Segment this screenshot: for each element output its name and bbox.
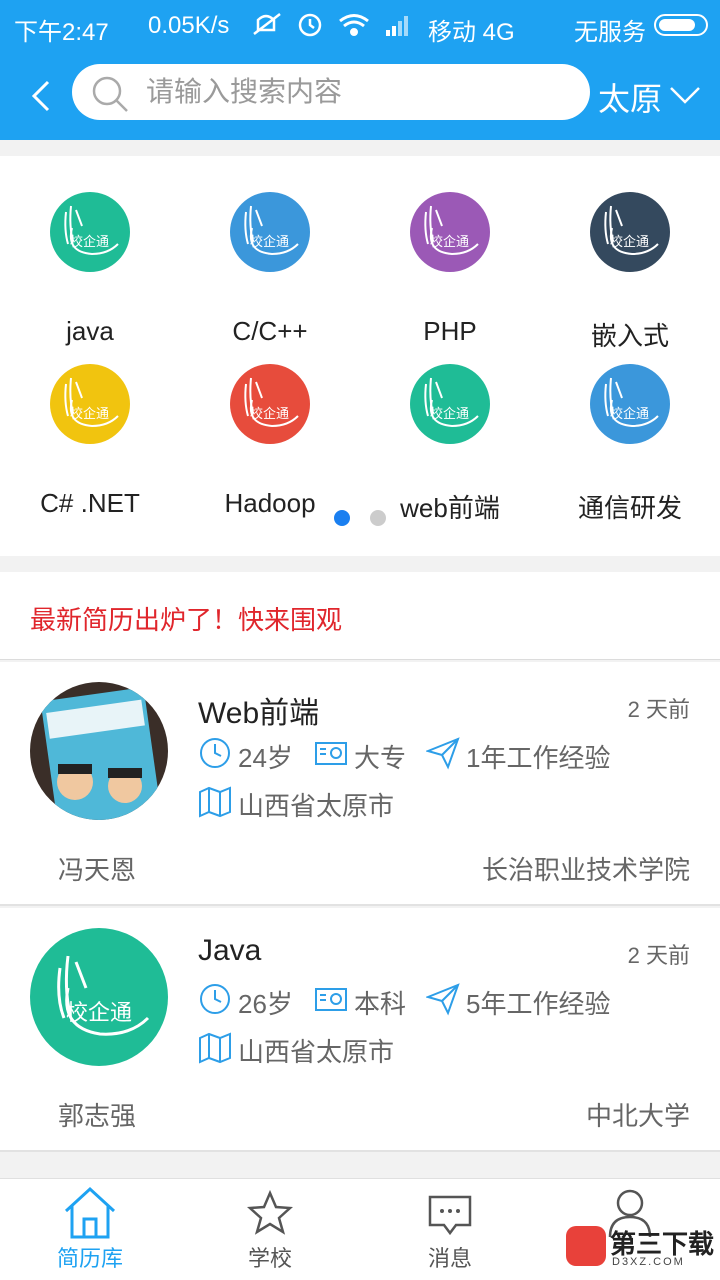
category-item[interactable]: 校企通 Hadoop [180,364,360,518]
svg-text:校企通: 校企通 [250,406,289,422]
signal-icon [386,16,408,36]
posted-time: 2 天前 [627,943,690,968]
tab-resume-library[interactable]: 简历库 [0,1179,180,1280]
category-item[interactable]: 校企通 嵌入式 [540,192,720,351]
svg-text:校企通: 校企通 [610,406,649,422]
category-item[interactable]: 校企通 C/C++ [180,192,360,346]
category-logo-icon: 校企通 [230,364,310,444]
watermark-logo-icon [566,1226,606,1266]
education-text: 本科 [354,989,407,1019]
location-text: 山西省太原市 [238,791,395,821]
tab-label: 简历库 [56,1246,123,1271]
age-text: 26岁 [238,989,293,1019]
tab-label: 学校 [247,1246,292,1271]
location-text: 山西省太原市 [238,1037,395,1067]
category-item[interactable]: 校企通 java [0,192,180,346]
resume-card[interactable]: Web前端 2 天前 24岁 大专 1年工作经验 山西省太原市 冯天恩 长治职业… [0,662,720,906]
posted-time: 2 天前 [627,697,690,722]
svg-text:校企通: 校企通 [610,234,649,250]
clock-icon [200,738,230,768]
xiaoqitong-logo-icon: 校企通 [57,955,150,1036]
category-logo-icon: 校企通 [590,192,670,272]
category-label: Hadoop [224,488,316,518]
experience-text: 1年工作经验 [466,743,611,773]
status-icons [252,10,422,47]
message-icon [428,1195,472,1236]
category-label: 通信研发 [577,493,682,523]
city-selector[interactable]: 太原 [598,74,662,120]
svg-text:校企通: 校企通 [70,234,109,250]
star-icon [246,1189,294,1235]
id-card-icon [315,742,347,765]
category-logo-icon: 校企通 [50,192,130,272]
watermark: 第三下载 D3XZ.COM [564,1222,714,1274]
app-header: 下午2:47 0.05K/s 移动 4G 无服务 请输入搜索内容 太原 [0,0,720,140]
tab-label: 消息 [427,1246,472,1271]
alarm-icon [298,13,322,37]
status-no-service: 无服务 [574,19,646,46]
svg-text:校企通: 校企通 [430,234,469,250]
job-title: Web前端 [198,697,320,730]
education-text: 大专 [354,743,407,773]
chevron-down-icon[interactable] [668,84,702,106]
map-icon [199,1032,231,1064]
resume-card[interactable]: 校企通 Java 2 天前 26岁 本科 5年工作经验 山西省太原市 郭志强 中… [0,908,720,1152]
svg-text:校企通: 校企通 [66,1001,132,1026]
candidate-school: 中北大学 [585,1101,690,1131]
category-item[interactable]: 校企通 通信研发 [540,364,720,523]
category-label: C# .NET [40,488,140,518]
home-icon [64,1186,116,1239]
category-logo-icon: 校企通 [50,364,130,444]
candidate-name: 冯天恩 [58,855,137,885]
watermark-sub: D3XZ.COM [612,1256,685,1268]
category-label: java [66,316,114,346]
avatar-photo [30,682,168,820]
notice-text: 最新简历出炉了！快来围观 [30,605,343,635]
status-time: 下午2:47 [14,19,109,46]
paper-plane-icon [426,983,460,1016]
age-text: 24岁 [238,743,293,773]
clock-icon [200,984,230,1014]
category-item[interactable]: 校企通 C# .NET [0,364,180,518]
wifi-icon [339,14,369,36]
status-bar: 下午2:47 0.05K/s 移动 4G 无服务 [0,0,720,52]
battery-icon [654,14,708,36]
map-icon [199,786,231,818]
category-logo-icon: 校企通 [410,364,490,444]
category-label: C/C++ [232,316,308,346]
back-button[interactable] [22,76,62,116]
category-item[interactable]: 校企通 web前端 [360,364,540,523]
experience-text: 5年工作经验 [466,989,611,1019]
category-label: web前端 [400,493,500,523]
category-label: 嵌入式 [590,321,669,351]
status-carrier: 移动 4G [428,19,515,46]
svg-text:校企通: 校企通 [430,406,469,422]
notice-banner[interactable]: 最新简历出炉了！快来围观 [0,572,720,660]
category-item[interactable]: 校企通 PHP [360,192,540,346]
category-logo-icon: 校企通 [590,364,670,444]
search-icon [90,74,130,114]
tab-school[interactable]: 学校 [180,1179,360,1280]
category-grid: 校企通 java 校企通 C/C++ 校企通 PHP 校企通 嵌入式 校企通 C# .NET 校企通… [0,156,720,556]
tab-messages[interactable]: 消息 [360,1179,540,1280]
avatar: 校企通 [30,928,168,1066]
category-label: PHP [423,316,477,346]
search-input[interactable] [146,72,566,112]
svg-text:校企通: 校企通 [250,234,289,250]
candidate-name: 郭志强 [58,1101,137,1131]
category-logo-icon: 校企通 [230,192,310,272]
mute-icon [253,13,281,35]
candidate-school: 长治职业技术学院 [481,855,690,885]
status-speed: 0.05K/s [148,12,230,39]
avatar [30,682,168,820]
id-card-icon [315,988,347,1011]
paper-plane-icon [426,737,460,770]
search-bar[interactable] [72,64,590,120]
category-logo-icon: 校企通 [410,192,490,272]
chevron-left-icon [31,80,50,112]
svg-text:校企通: 校企通 [70,406,109,422]
job-title: Java [198,934,262,967]
